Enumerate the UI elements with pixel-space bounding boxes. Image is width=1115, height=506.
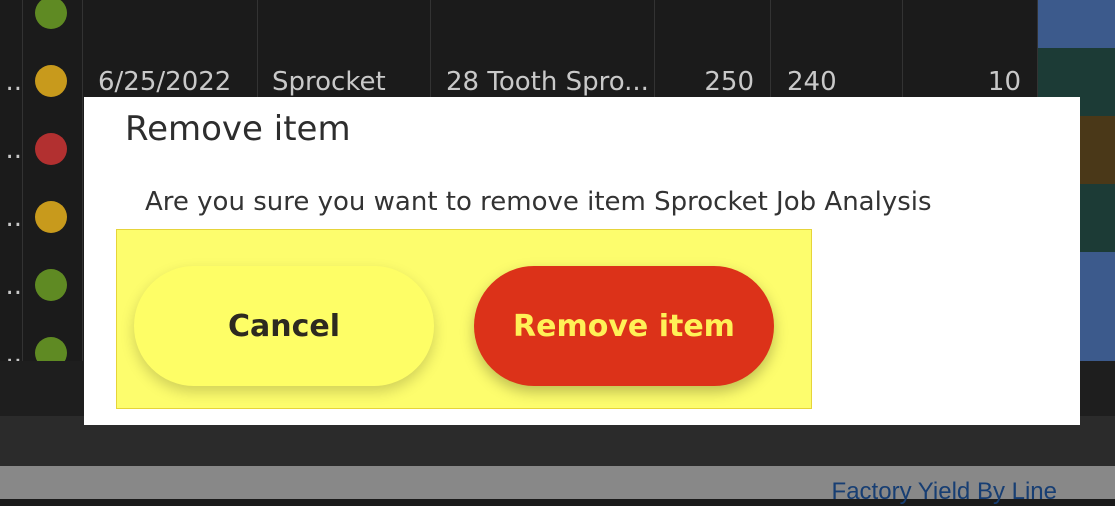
status-dot-icon — [35, 269, 67, 301]
dialog-title: Remove item — [125, 109, 351, 149]
quantity-cell — [655, 0, 771, 48]
dialog-message: Are you sure you want to remove item Spr… — [145, 187, 932, 217]
row-prefix: .. — [0, 184, 23, 252]
row-color-cell — [1038, 0, 1115, 48]
table-row[interactable] — [0, 0, 1115, 49]
good-count-cell — [771, 0, 903, 48]
status-dot-icon — [35, 201, 67, 233]
remove-item-button[interactable]: Remove item — [474, 266, 774, 386]
status-dot-icon — [35, 0, 67, 29]
category-cell — [258, 0, 431, 48]
row-prefix: .. — [0, 252, 23, 320]
row-prefix: .. — [0, 116, 23, 184]
status-dot-icon — [35, 65, 67, 97]
remove-item-dialog: Remove item Are you sure you want to rem… — [84, 97, 1080, 425]
status-cell — [23, 48, 83, 116]
status-cell — [23, 252, 83, 320]
status-cell — [23, 184, 83, 252]
description-cell — [431, 0, 655, 48]
cancel-button[interactable]: Cancel — [134, 266, 434, 386]
footer-panel: Factory Yield By Line — [0, 466, 1115, 505]
row-prefix: .. — [0, 48, 23, 116]
status-cell — [23, 116, 83, 184]
date-cell — [83, 0, 258, 48]
status-dot-icon — [35, 133, 67, 165]
scrap-count-cell — [903, 0, 1038, 48]
status-cell — [23, 0, 83, 48]
factory-yield-link[interactable]: Factory Yield By Line — [832, 478, 1057, 506]
row-prefix — [0, 0, 23, 48]
